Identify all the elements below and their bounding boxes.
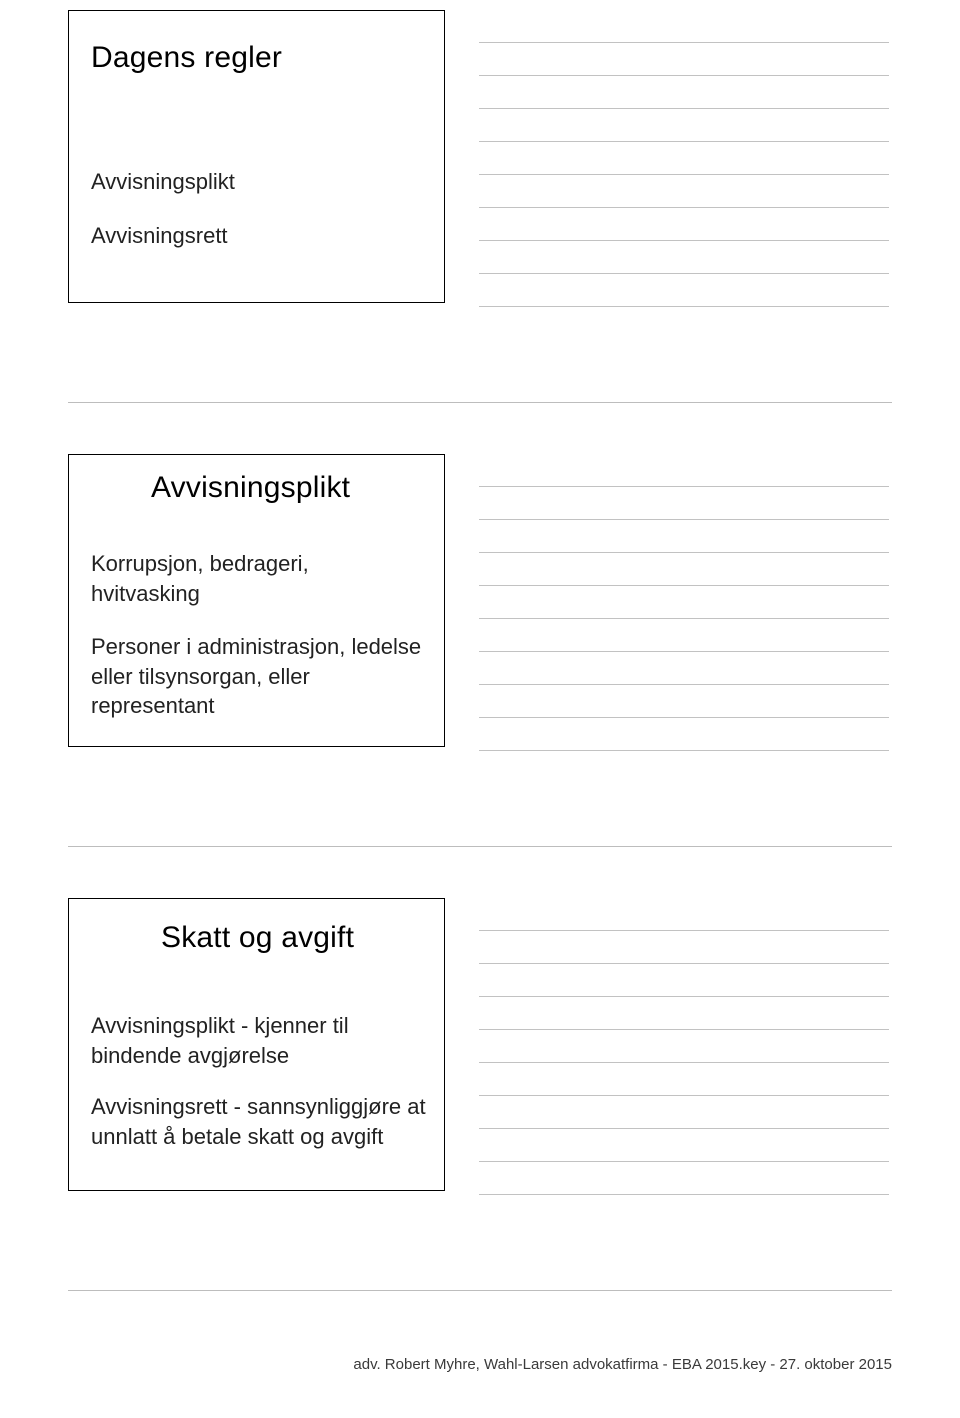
slide-3-box: Skatt og avgift Avvisningsplikt - kjenne… bbox=[68, 898, 445, 1191]
document-page: Dagens regler Avvisningsplikt Avvisnings… bbox=[0, 0, 960, 1418]
slide-2-paragraph-2: Personer i administrasjon, ledelse eller… bbox=[91, 632, 431, 721]
slide-1-note-lines bbox=[479, 10, 889, 307]
slide-2-note-lines bbox=[479, 454, 889, 751]
section-2-divider bbox=[68, 846, 892, 847]
slide-2-title: Avvisningsplikt bbox=[151, 471, 350, 505]
slide-1-paragraph-2: Avvisningsrett bbox=[91, 221, 228, 251]
slide-2-box: Avvisningsplikt Korrupsjon, bedrageri, h… bbox=[68, 454, 445, 747]
slide-2-paragraph-1: Korrupsjon, bedrageri, hvitvasking bbox=[91, 549, 421, 608]
slide-3-paragraph-2: Avvisningsrett - sannsynliggjøre at unnl… bbox=[91, 1092, 431, 1151]
section-3-divider bbox=[68, 1290, 892, 1291]
slide-3-title: Skatt og avgift bbox=[161, 921, 354, 955]
page-footer: adv. Robert Myhre, Wahl-Larsen advokatfi… bbox=[68, 1356, 892, 1373]
slide-1-title: Dagens regler bbox=[91, 41, 282, 75]
slide-3-note-lines bbox=[479, 898, 889, 1195]
slide-1-box: Dagens regler Avvisningsplikt Avvisnings… bbox=[68, 10, 445, 303]
slide-1-paragraph-1: Avvisningsplikt bbox=[91, 167, 235, 197]
slide-3-paragraph-1: Avvisningsplikt - kjenner til bindende a… bbox=[91, 1011, 421, 1070]
section-1-divider bbox=[68, 402, 892, 403]
